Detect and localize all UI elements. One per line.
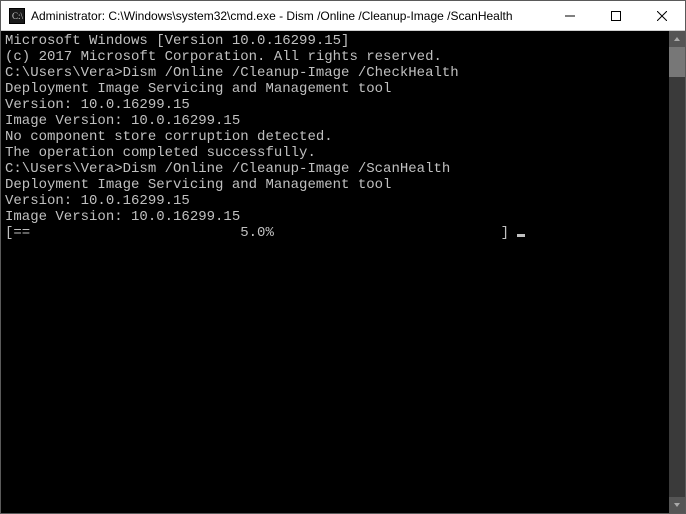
console-area: Microsoft Windows [Version 10.0.16299.15… xyxy=(1,31,685,513)
scrollbar-thumb[interactable] xyxy=(669,47,685,77)
console-line: (c) 2017 Microsoft Corporation. All righ… xyxy=(5,49,665,65)
vertical-scrollbar[interactable] xyxy=(669,31,685,513)
console-line: C:\Users\Vera>Dism /Online /Cleanup-Imag… xyxy=(5,65,665,81)
cmd-window: C:\ Administrator: C:\Windows\system32\c… xyxy=(0,0,686,514)
console-line: Deployment Image Servicing and Managemen… xyxy=(5,177,665,193)
window-title: Administrator: C:\Windows\system32\cmd.e… xyxy=(31,9,547,23)
console-line: Version: 10.0.16299.15 xyxy=(5,97,665,113)
cmd-icon: C:\ xyxy=(9,8,25,24)
scroll-up-button[interactable] xyxy=(669,31,685,47)
console-line: Version: 10.0.16299.15 xyxy=(5,193,665,209)
maximize-button[interactable] xyxy=(593,1,639,30)
console-line: Image Version: 10.0.16299.15 xyxy=(5,209,665,225)
minimize-button[interactable] xyxy=(547,1,593,30)
titlebar[interactable]: C:\ Administrator: C:\Windows\system32\c… xyxy=(1,1,685,31)
cursor xyxy=(517,234,525,237)
console-line: [== 5.0% ] xyxy=(5,225,665,241)
console-line: C:\Users\Vera>Dism /Online /Cleanup-Imag… xyxy=(5,161,665,177)
console-line: Image Version: 10.0.16299.15 xyxy=(5,113,665,129)
console-output[interactable]: Microsoft Windows [Version 10.0.16299.15… xyxy=(1,31,669,513)
console-line: Deployment Image Servicing and Managemen… xyxy=(5,81,665,97)
console-line: Microsoft Windows [Version 10.0.16299.15… xyxy=(5,33,665,49)
window-controls xyxy=(547,1,685,30)
close-button[interactable] xyxy=(639,1,685,30)
svg-text:C:\: C:\ xyxy=(12,11,24,21)
scroll-down-button[interactable] xyxy=(669,497,685,513)
console-line: No component store corruption detected. xyxy=(5,129,665,145)
console-line: The operation completed successfully. xyxy=(5,145,665,161)
